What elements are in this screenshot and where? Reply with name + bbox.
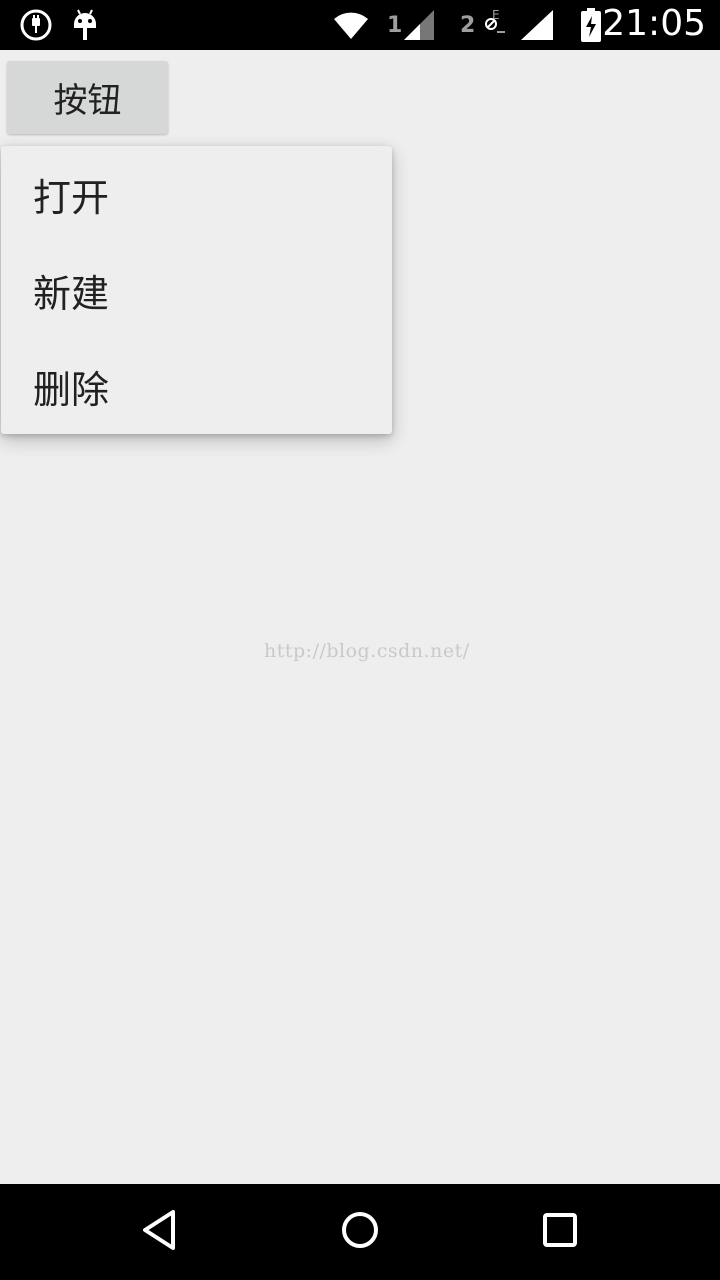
main-button[interactable]: 按钮 — [7, 61, 168, 134]
menu-item-delete[interactable]: 删除 — [1, 338, 392, 434]
menu-item-open[interactable]: 打开 — [1, 146, 392, 242]
back-icon — [140, 1208, 180, 1256]
status-clock: 21:05 — [602, 3, 706, 44]
screen: 1 2 E 21:05 按钮 打开 新建 删除 http://blog.csdn… — [0, 0, 720, 1280]
android-icon — [70, 8, 100, 42]
signal-icon — [521, 10, 553, 40]
battery-charging-icon — [580, 8, 602, 42]
menu-item-new[interactable]: 新建 — [1, 242, 392, 338]
status-bar: 1 2 E 21:05 — [0, 0, 720, 50]
nav-bar — [0, 1184, 720, 1280]
recents-button[interactable] — [536, 1208, 584, 1256]
signal-icon — [404, 10, 434, 40]
home-icon — [340, 1210, 380, 1254]
usb-icon — [20, 9, 52, 41]
sim2-label: 2 — [460, 13, 476, 38]
no-sim-icon: E — [482, 8, 506, 34]
wifi-icon — [333, 12, 369, 40]
watermark: http://blog.csdn.net/ — [264, 640, 470, 662]
sim1-label: 1 — [387, 13, 403, 38]
popup-menu: 打开 新建 删除 — [1, 146, 392, 434]
home-button[interactable] — [336, 1208, 384, 1256]
recents-icon — [542, 1212, 578, 1252]
back-button[interactable] — [136, 1208, 184, 1256]
